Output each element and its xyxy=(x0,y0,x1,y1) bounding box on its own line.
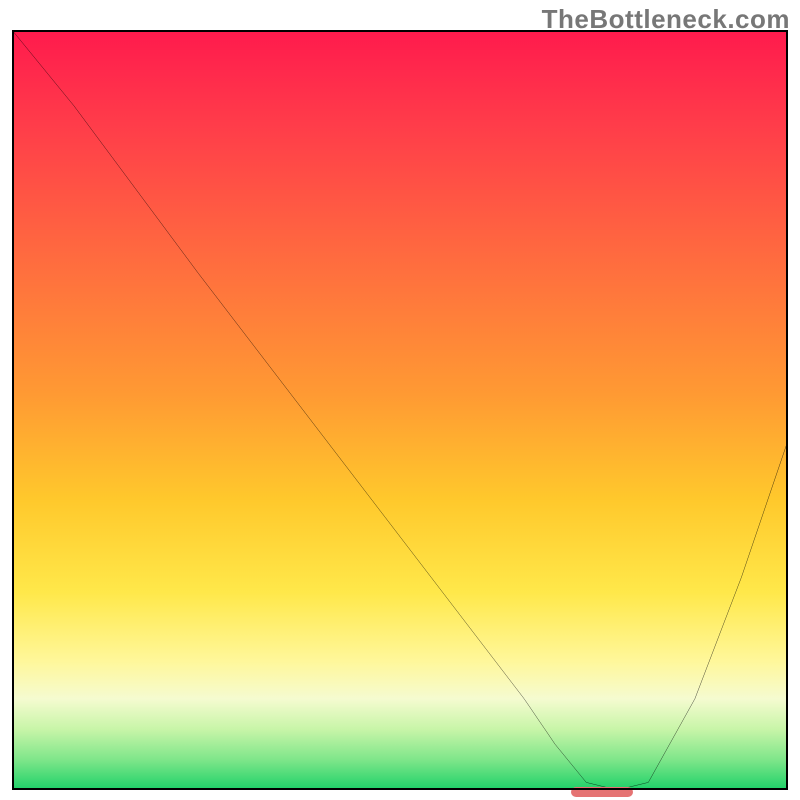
bottleneck-curve xyxy=(12,30,788,790)
watermark-text: TheBottleneck.com xyxy=(542,4,790,35)
optimum-marker xyxy=(571,787,633,797)
chart-frame: TheBottleneck.com xyxy=(0,0,800,800)
plot-area xyxy=(12,30,788,790)
curve-path xyxy=(12,30,788,790)
